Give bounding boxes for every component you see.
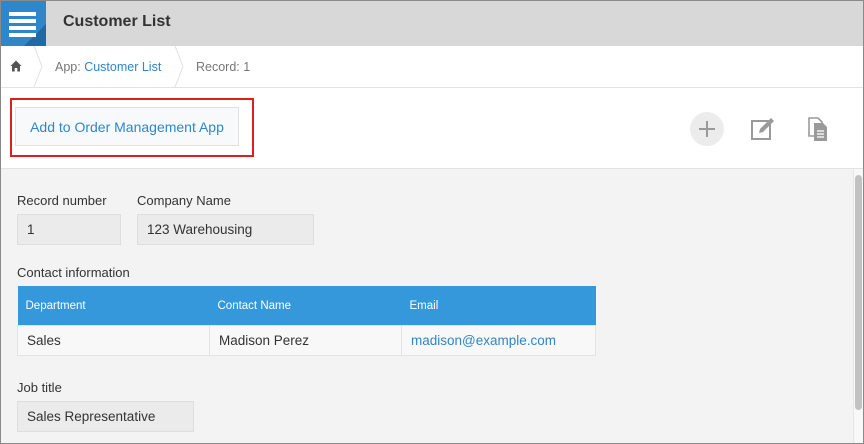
table-row: Sales Madison Perez madison@example.com (17, 325, 596, 356)
breadcrumb-app: App: Customer List (55, 60, 161, 74)
app-window: Customer List App: Customer List Record:… (0, 0, 864, 444)
vertical-scrollbar[interactable] (853, 169, 863, 443)
cell-contact-name: Madison Perez (209, 325, 402, 356)
breadcrumb-app-link[interactable]: Customer List (84, 60, 161, 74)
record-number-field: 1 (17, 214, 121, 245)
contact-info-label: Contact information (17, 265, 130, 280)
chevron-right-icon (174, 46, 184, 87)
column-header-department: Department (17, 286, 210, 326)
chevron-right-icon (33, 46, 43, 87)
plus-icon[interactable] (690, 112, 724, 146)
table-header-row: Department Contact Name Email (17, 286, 596, 326)
record-number-label: Record number (17, 193, 107, 208)
app-list-icon[interactable] (1, 1, 46, 46)
title-bar: Customer List (1, 1, 863, 46)
company-name-label: Company Name (137, 193, 231, 208)
home-icon[interactable] (10, 60, 22, 72)
breadcrumb: App: Customer List Record: 1 (1, 46, 863, 88)
contact-table: Department Contact Name Email Sales Madi… (17, 286, 596, 356)
cell-department: Sales (17, 325, 210, 356)
email-link[interactable]: madison@example.com (401, 325, 596, 356)
column-header-email: Email (401, 286, 596, 326)
duplicate-icon[interactable] (801, 112, 835, 146)
company-name-field: 123 Warehousing (137, 214, 314, 245)
edit-icon[interactable] (745, 112, 779, 146)
breadcrumb-record: Record: 1 (196, 60, 251, 74)
scrollbar-thumb[interactable] (855, 175, 862, 410)
action-bar: Add to Order Management App (1, 88, 863, 169)
add-to-order-button[interactable]: Add to Order Management App (15, 107, 239, 146)
job-title-label: Job title (17, 380, 62, 395)
job-title-field: Sales Representative (17, 401, 194, 432)
breadcrumb-app-prefix: App: (55, 60, 81, 74)
column-header-contact-name: Contact Name (209, 286, 402, 326)
app-title: Customer List (63, 13, 171, 30)
record-detail: Record number 1 Company Name 123 Warehou… (1, 169, 853, 443)
